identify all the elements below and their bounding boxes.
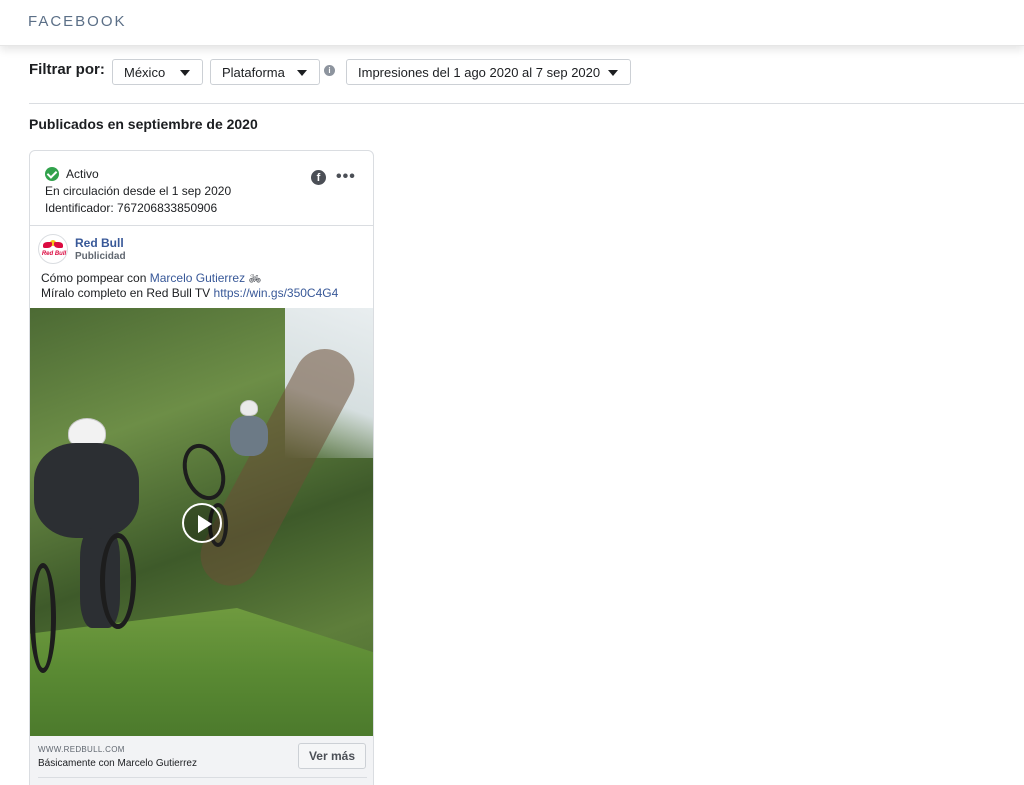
info-icon[interactable]: i bbox=[324, 65, 335, 76]
see-more-button[interactable]: Ver más bbox=[298, 743, 366, 769]
filter-divider bbox=[29, 103, 1024, 104]
cta-title: Básicamente con Marcelo Gutierrez bbox=[38, 758, 197, 769]
card-divider bbox=[30, 225, 373, 226]
page-name-link[interactable]: Red Bull bbox=[75, 236, 124, 250]
caret-down-icon bbox=[180, 70, 190, 76]
date-range-dropdown[interactable]: Impresiones del 1 ago 2020 al 7 sep 2020 bbox=[346, 59, 631, 85]
post-text-line-2: Míralo completo en Red Bull TV https://w… bbox=[41, 286, 339, 300]
ad-identifier: Identificador: 767206833850906 bbox=[45, 201, 218, 215]
platform-dropdown[interactable]: Plataforma bbox=[210, 59, 320, 85]
check-circle-icon bbox=[45, 167, 59, 181]
status-text: Activo bbox=[66, 167, 99, 181]
top-bar: FACEBOOK bbox=[0, 0, 1024, 46]
url-link[interactable]: https://win.gs/350C4G4 bbox=[214, 286, 339, 300]
platform-dropdown-value: Plataforma bbox=[222, 64, 285, 80]
country-dropdown-value: México bbox=[124, 64, 166, 80]
bicycle-icon: 🚲︎ bbox=[248, 274, 262, 285]
cta-divider bbox=[38, 777, 367, 778]
mention-link[interactable]: Marcelo Gutierrez bbox=[150, 271, 245, 285]
call-to-action-bar: WWW.REDBULL.COM Básicamente con Marcelo … bbox=[30, 736, 373, 785]
section-title: Publicados en septiembre de 2020 bbox=[29, 116, 258, 132]
ad-status: Activo bbox=[45, 167, 99, 181]
country-dropdown[interactable]: México bbox=[112, 59, 203, 85]
facebook-icon: f bbox=[311, 170, 326, 185]
post-text-line-1: Cómo pompear con Marcelo Gutierrez 🚲︎ bbox=[41, 271, 262, 285]
filter-label: Filtrar por: bbox=[29, 61, 105, 78]
avatar-logo-text: Red Bull bbox=[41, 251, 67, 257]
ad-video[interactable] bbox=[30, 308, 373, 736]
play-icon[interactable] bbox=[182, 503, 222, 543]
cta-domain: WWW.REDBULL.COM bbox=[38, 745, 125, 754]
running-since: En circulación desde el 1 sep 2020 bbox=[45, 184, 232, 198]
avatar[interactable]: Red Bull bbox=[38, 234, 68, 264]
caret-down-icon bbox=[297, 70, 307, 76]
more-options-icon[interactable]: ••• bbox=[336, 168, 356, 186]
sponsored-label: Publicidad bbox=[75, 251, 126, 262]
ad-card: Activo En circulación desde el 1 sep 202… bbox=[29, 150, 374, 785]
date-range-dropdown-value: Impresiones del 1 ago 2020 al 7 sep 2020 bbox=[358, 64, 601, 80]
brand-logo[interactable]: FACEBOOK bbox=[28, 13, 127, 30]
caret-down-icon bbox=[608, 70, 618, 76]
rider-helmet bbox=[240, 400, 258, 416]
